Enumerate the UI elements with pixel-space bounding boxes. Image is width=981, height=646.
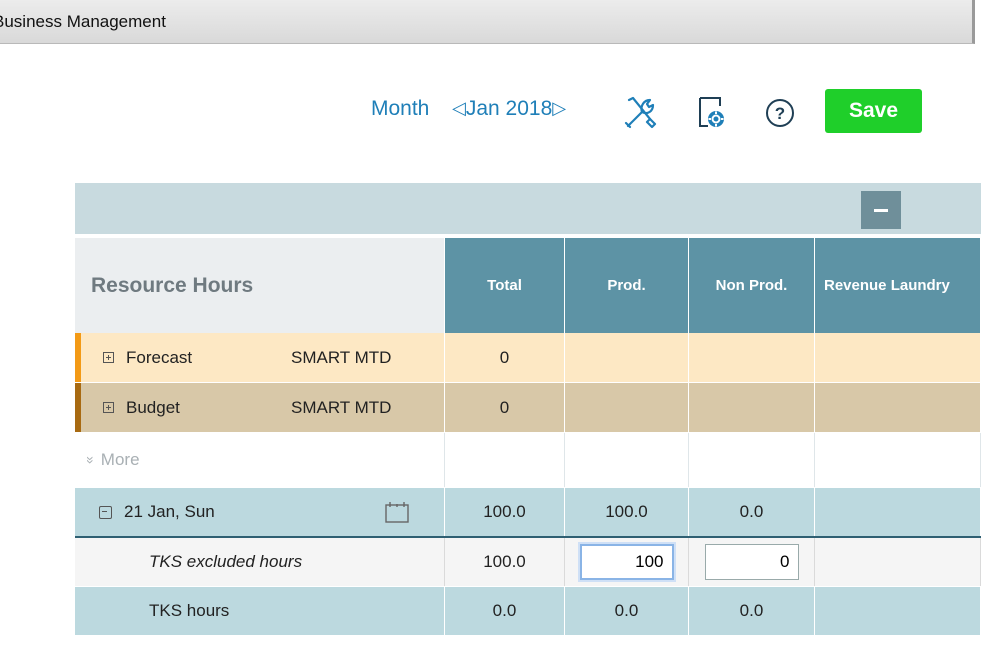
day-label: 21 Jan, Sun <box>124 502 215 521</box>
window-titlebar: Business Management <box>0 0 975 44</box>
period-navigator: ◁Jan 2018▷ <box>452 97 566 121</box>
column-header-revenue-laundry[interactable]: Revenue Laundry <box>815 238 981 333</box>
collapse-icon[interactable] <box>99 505 112 519</box>
row-label-cell: Budget SMART MTD <box>75 383 445 432</box>
table-row-tks-excluded: TKS excluded hours 100.0 <box>75 538 981 586</box>
column-header-nonprod[interactable]: Non Prod. <box>689 238 815 333</box>
next-period-icon[interactable]: ▷ <box>552 98 566 119</box>
cell-nonprod <box>689 383 815 432</box>
row-label: TKS hours <box>149 601 230 620</box>
table-row-more: » More <box>75 433 981 487</box>
cell-revenue <box>815 538 981 586</box>
document-settings-icon[interactable] <box>694 92 734 132</box>
collapse-section-button[interactable] <box>861 191 901 229</box>
cell-revenue <box>815 587 981 635</box>
help-icon[interactable]: ? <box>760 92 800 132</box>
more-toggle[interactable]: » More <box>75 433 445 487</box>
column-header-prod[interactable]: Prod. <box>565 238 689 333</box>
grid-title: Resource Hours <box>75 238 445 333</box>
prod-hours-input[interactable] <box>579 544 674 580</box>
section-header-band <box>75 183 981 234</box>
cell-total <box>445 433 565 487</box>
table-row-day: 21 Jan, Sun 100.0 100.0 0.0 <box>75 488 981 538</box>
cell-total: 0.0 <box>445 587 565 635</box>
row-label-cell: Forecast SMART MTD <box>75 333 445 382</box>
table-row-budget: Budget SMART MTD 0 <box>75 383 981 432</box>
row-label-cell: TKS excluded hours <box>75 538 445 586</box>
cell-prod <box>565 383 689 432</box>
cell-nonprod: 0.0 <box>689 587 815 635</box>
cell-revenue <box>815 333 981 382</box>
row-label: TKS excluded hours <box>149 552 303 571</box>
cell-prod <box>565 433 689 487</box>
nonprod-hours-input[interactable] <box>704 544 799 580</box>
row-sub-label: SMART MTD <box>291 347 392 367</box>
cell-prod: 100.0 <box>565 488 689 536</box>
cell-revenue <box>815 383 981 432</box>
cell-revenue <box>815 488 981 536</box>
cell-prod <box>565 333 689 382</box>
calendar-icon[interactable] <box>384 500 410 524</box>
cell-revenue <box>815 433 981 487</box>
double-chevron-down-icon: » <box>82 456 99 464</box>
period-label: Jan 2018 <box>465 97 553 120</box>
cell-nonprod: 0.0 <box>689 488 815 536</box>
window-title: Business Management <box>0 12 166 31</box>
row-label-cell: 21 Jan, Sun <box>75 488 445 536</box>
more-label: More <box>100 450 140 469</box>
row-label: Forecast <box>126 347 193 367</box>
cell-nonprod <box>689 538 815 586</box>
cell-total: 100.0 <box>445 538 565 586</box>
row-label: Budget <box>126 397 180 417</box>
view-mode-selector[interactable]: Month <box>371 97 429 121</box>
cell-nonprod <box>689 433 815 487</box>
cell-total: 100.0 <box>445 488 565 536</box>
svg-text:?: ? <box>775 104 785 123</box>
prev-period-icon[interactable]: ◁ <box>452 98 466 119</box>
expand-icon[interactable] <box>103 352 114 363</box>
grid-header-row: Resource Hours Total Prod. Non Prod. Rev… <box>75 238 981 333</box>
cell-total: 0 <box>445 383 565 432</box>
row-sub-label: SMART MTD <box>291 397 392 417</box>
table-row-tks-hours: TKS hours 0.0 0.0 0.0 <box>75 587 981 635</box>
cell-prod: 0.0 <box>565 587 689 635</box>
cell-total: 0 <box>445 333 565 382</box>
cell-prod <box>565 538 689 586</box>
toolbar: Month ◁Jan 2018▷ ? Save <box>0 89 981 133</box>
expand-icon[interactable] <box>103 402 114 413</box>
table-row-forecast: Forecast SMART MTD 0 <box>75 333 981 382</box>
tools-icon[interactable] <box>620 92 660 132</box>
column-header-total[interactable]: Total <box>445 238 565 333</box>
minus-icon <box>874 209 888 212</box>
cell-nonprod <box>689 333 815 382</box>
save-button[interactable]: Save <box>825 89 922 133</box>
row-label-cell: TKS hours <box>75 587 445 635</box>
